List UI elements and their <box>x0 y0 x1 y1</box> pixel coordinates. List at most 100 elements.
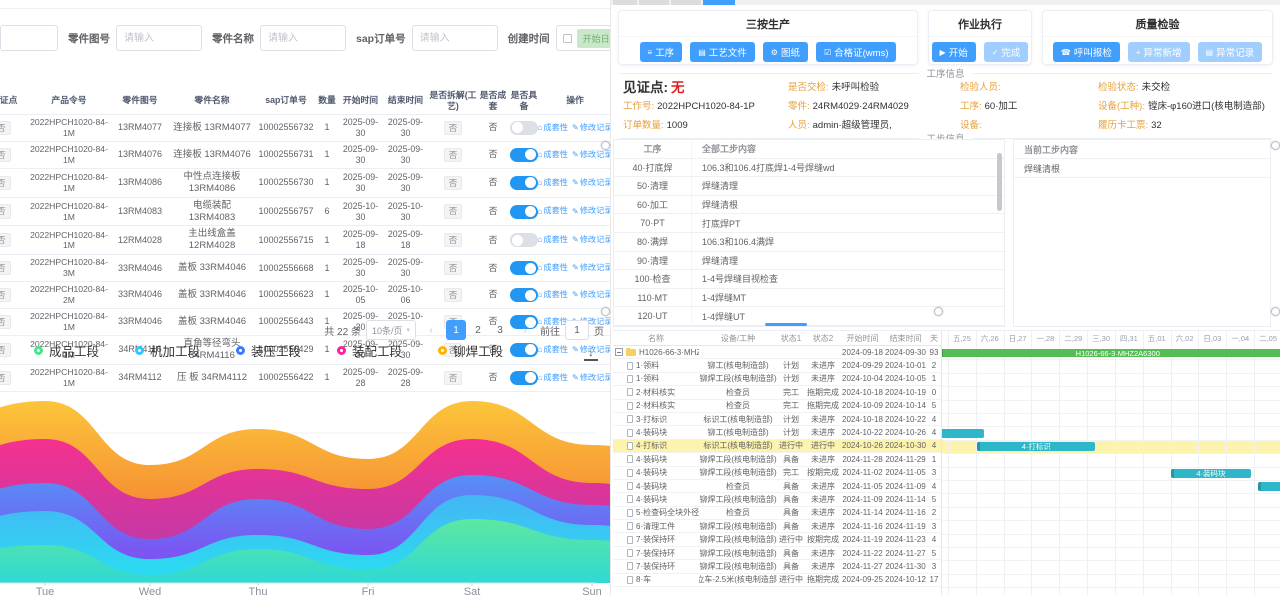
step-row[interactable]: 40·打底焊106.3和106.4打底焊1-4号焊缝wd <box>614 159 1004 178</box>
button-开始[interactable]: ▶开始 <box>932 42 976 62</box>
action-link-修改记录[interactable]: ✎修改记录 <box>572 206 610 216</box>
gantt-task-row[interactable]: 8·车立车-2.5米(核电制造部)进行中拖期完成2024-09-252024-1… <box>613 574 941 587</box>
step-row[interactable]: 100·检查1-4号焊缝目视检查 <box>614 270 1004 289</box>
table-row[interactable]: 否2022HPCH1020-84-3M33RM4046盖板 33RM404610… <box>0 255 610 282</box>
step-row[interactable]: 110·MT1-4焊缝MT <box>614 289 1004 308</box>
ready-toggle[interactable] <box>510 343 538 357</box>
action-link-成套性[interactable]: ⌂成套性 <box>538 373 568 383</box>
gantt-task-row[interactable]: 4·装码块铆焊工段(核电制造部)完工按期完成2024-11-022024-11-… <box>613 467 941 480</box>
step-row[interactable]: 120·UT1-4焊缝UT <box>614 307 1004 326</box>
step-row[interactable]: 60·加工焊缝清根 <box>614 196 1004 215</box>
action-link-修改记录[interactable]: ✎修改记录 <box>572 290 610 300</box>
button-图纸[interactable]: ⚙图纸 <box>763 42 808 62</box>
table-row[interactable]: 否2022HPCH1020-84-1M12RM4028主出线盒盖 12RM402… <box>0 226 610 255</box>
ready-toggle[interactable] <box>510 205 538 219</box>
action-link-修改记录[interactable]: ✎修改记录 <box>572 373 610 383</box>
gantt-task-row[interactable]: 7·装保持环铆焊工段(核电制造部)具备未进序2024-11-222024-11-… <box>613 547 941 560</box>
splitter-handle[interactable] <box>601 141 610 150</box>
gantt-task-row[interactable]: 4·装码块铆焊工段(核电制造部)具备未进序2024-11-092024-11-1… <box>613 493 941 506</box>
ready-toggle[interactable] <box>510 148 538 162</box>
page-button-1[interactable]: 1 <box>446 320 466 340</box>
gantt-task-row[interactable]: 2·材料核实检查员完工拖期完成2024-10-182024-10-190 <box>613 386 941 399</box>
horizontal-scrollbar[interactable] <box>765 323 807 326</box>
button-异常新增[interactable]: +异常新增 <box>1128 42 1190 62</box>
gantt-bar[interactable] <box>941 429 984 438</box>
filter-input-0[interactable] <box>116 25 202 51</box>
step-row[interactable]: 90·清理焊缝清理 <box>614 252 1004 271</box>
gantt-task-row[interactable]: 4·装码块铆焊工段(核电制造部)具备未进序2024-11-282024-11-2… <box>613 453 941 466</box>
legend-item-0[interactable]: 成品工段 <box>34 341 99 360</box>
gantt-task-row[interactable]: 7·装保持环铆焊工段(核电制造部)具备未进序2024-11-272024-11-… <box>613 560 941 573</box>
legend-item-4[interactable]: 铆焊工段 <box>438 341 503 360</box>
gantt-task-row[interactable]: 2·材料核实检查员完工拖期完成2024-10-092024-10-145 <box>613 400 941 413</box>
prev-page-button[interactable]: ‹ <box>421 320 441 340</box>
jump-page-input[interactable] <box>565 320 589 340</box>
action-link-成套性[interactable]: ⌂成套性 <box>538 206 568 216</box>
tab-sliver[interactable] <box>639 0 669 5</box>
gantt-task-row[interactable]: 4·装码块铆工(核电制造部)计划未进序2024-10-222024-10-264 <box>613 426 941 439</box>
filter-input-1[interactable] <box>260 25 346 51</box>
splitter-handle[interactable] <box>1271 307 1280 316</box>
tab-sliver[interactable] <box>671 0 701 5</box>
action-link-成套性[interactable]: ⌂成套性 <box>538 263 568 273</box>
splitter-handle[interactable] <box>601 307 610 316</box>
action-link-成套性[interactable]: ⌂成套性 <box>538 345 568 355</box>
gantt-task-row[interactable]: 3·打标识标识工(核电制造部)计划未进序2024-10-182024-10-22… <box>613 413 941 426</box>
gantt-task-row[interactable]: H1026-66-3·MHZ2A63002024-09-182024-09-30… <box>613 346 941 359</box>
gantt-task-row[interactable]: 7·装保持环铆焊工段(核电制造部)进行中按期完成2024-11-192024-1… <box>613 533 941 546</box>
ready-toggle[interactable] <box>510 233 538 247</box>
legend-item-2[interactable]: 装压工段 <box>236 341 301 360</box>
gantt-task-row[interactable]: 4·装码块检查员具备未进序2024-11-052024-11-094 <box>613 480 941 493</box>
action-link-修改记录[interactable]: ✎修改记录 <box>572 178 610 188</box>
ready-toggle[interactable] <box>510 176 538 190</box>
gantt-task-row[interactable]: 6·清理工件铆焊工段(核电制造部)具备未进序2024-11-162024-11-… <box>613 520 941 533</box>
ready-toggle[interactable] <box>510 371 538 385</box>
gantt-task-row[interactable]: 1·领料铆焊工段(核电制造部)计划未进序2024-10-042024-10-05… <box>613 373 941 386</box>
cut-filter-input[interactable] <box>0 25 58 51</box>
button-完成[interactable]: ✓完成 <box>984 42 1029 62</box>
button-合格证(wms)[interactable]: ☑合格证(wms) <box>816 42 897 62</box>
page-button-3[interactable]: 3 <box>490 320 510 340</box>
action-link-成套性[interactable]: ⌂成套性 <box>538 290 568 300</box>
page-button-2[interactable]: 2 <box>468 320 488 340</box>
collapse-icon[interactable] <box>615 348 623 356</box>
download-icon[interactable]: ↓ <box>584 346 598 361</box>
tab-sliver[interactable] <box>613 0 637 5</box>
legend-item-3[interactable]: 装配工段 <box>337 341 402 360</box>
button-工序[interactable]: ≡工序 <box>640 42 683 62</box>
action-link-成套性[interactable]: ⌂成套性 <box>538 178 568 188</box>
table-row[interactable]: 否2022HPCH1020-84-2M33RM4046盖板 33RM404610… <box>0 282 610 309</box>
ready-toggle[interactable] <box>510 261 538 275</box>
gantt-bar[interactable] <box>1258 482 1280 491</box>
table-row[interactable]: 否2022HPCH1020-84-1M13RM4086中性点连接板 13RM40… <box>0 169 610 198</box>
ready-toggle[interactable] <box>510 121 538 135</box>
action-link-成套性[interactable]: ⌂成套性 <box>538 123 568 133</box>
splitter-handle[interactable] <box>1271 141 1280 150</box>
legend-item-1[interactable]: 机加工段 <box>135 341 200 360</box>
action-link-修改记录[interactable]: ✎修改记录 <box>572 123 610 133</box>
gantt-task-row[interactable]: 5·检查码全块外径检查员具备未进序2024-11-142024-11-162 <box>613 507 941 520</box>
splitter-handle[interactable] <box>934 307 943 316</box>
table-row[interactable]: 否2022HPCH1020-84-1M13RM4083电缆装配 13RM4083… <box>0 198 610 227</box>
page-size-select[interactable]: 10条/页 ▾ <box>366 320 416 340</box>
button-工艺文件[interactable]: ▤工艺文件 <box>690 42 755 62</box>
table-row[interactable]: 否2022HPCH1020-84-1M13RM4076连接板 13RM40761… <box>0 142 610 169</box>
action-link-修改记录[interactable]: ✎修改记录 <box>572 263 610 273</box>
next-page-button[interactable]: › <box>515 320 535 340</box>
gantt-task-row[interactable]: 1·领料铆工(核电制造部)计划未进序2024-09-292024-10-012 <box>613 359 941 372</box>
step-row[interactable]: 70·PT打底焊PT <box>614 214 1004 233</box>
gantt-task-row[interactable]: 4·打标识标识工(核电制造部)进行中进行中2024-10-262024-10-3… <box>613 440 941 453</box>
action-link-成套性[interactable]: ⌂成套性 <box>538 150 568 160</box>
gantt-bar[interactable]: 4·打标识 <box>977 442 1095 451</box>
step-row[interactable]: 80·满焊106.3和106.4满焊 <box>614 233 1004 252</box>
tab-sliver-active[interactable] <box>703 0 735 5</box>
action-link-修改记录[interactable]: ✎修改记录 <box>572 235 610 245</box>
table-row[interactable]: 否2022HPCH1020-84-1M13RM4077连接板 13RM40771… <box>0 115 610 142</box>
button-异常记录[interactable]: ▤异常记录 <box>1198 42 1263 62</box>
button-呼叫报检[interactable]: ☎呼叫报检 <box>1053 42 1120 62</box>
filter-input-2[interactable] <box>412 25 498 51</box>
gantt-bar[interactable]: 4·装码块 <box>1171 469 1252 478</box>
ready-toggle[interactable] <box>510 288 538 302</box>
action-link-修改记录[interactable]: ✎修改记录 <box>572 150 610 160</box>
vertical-scrollbar[interactable] <box>997 153 1002 211</box>
